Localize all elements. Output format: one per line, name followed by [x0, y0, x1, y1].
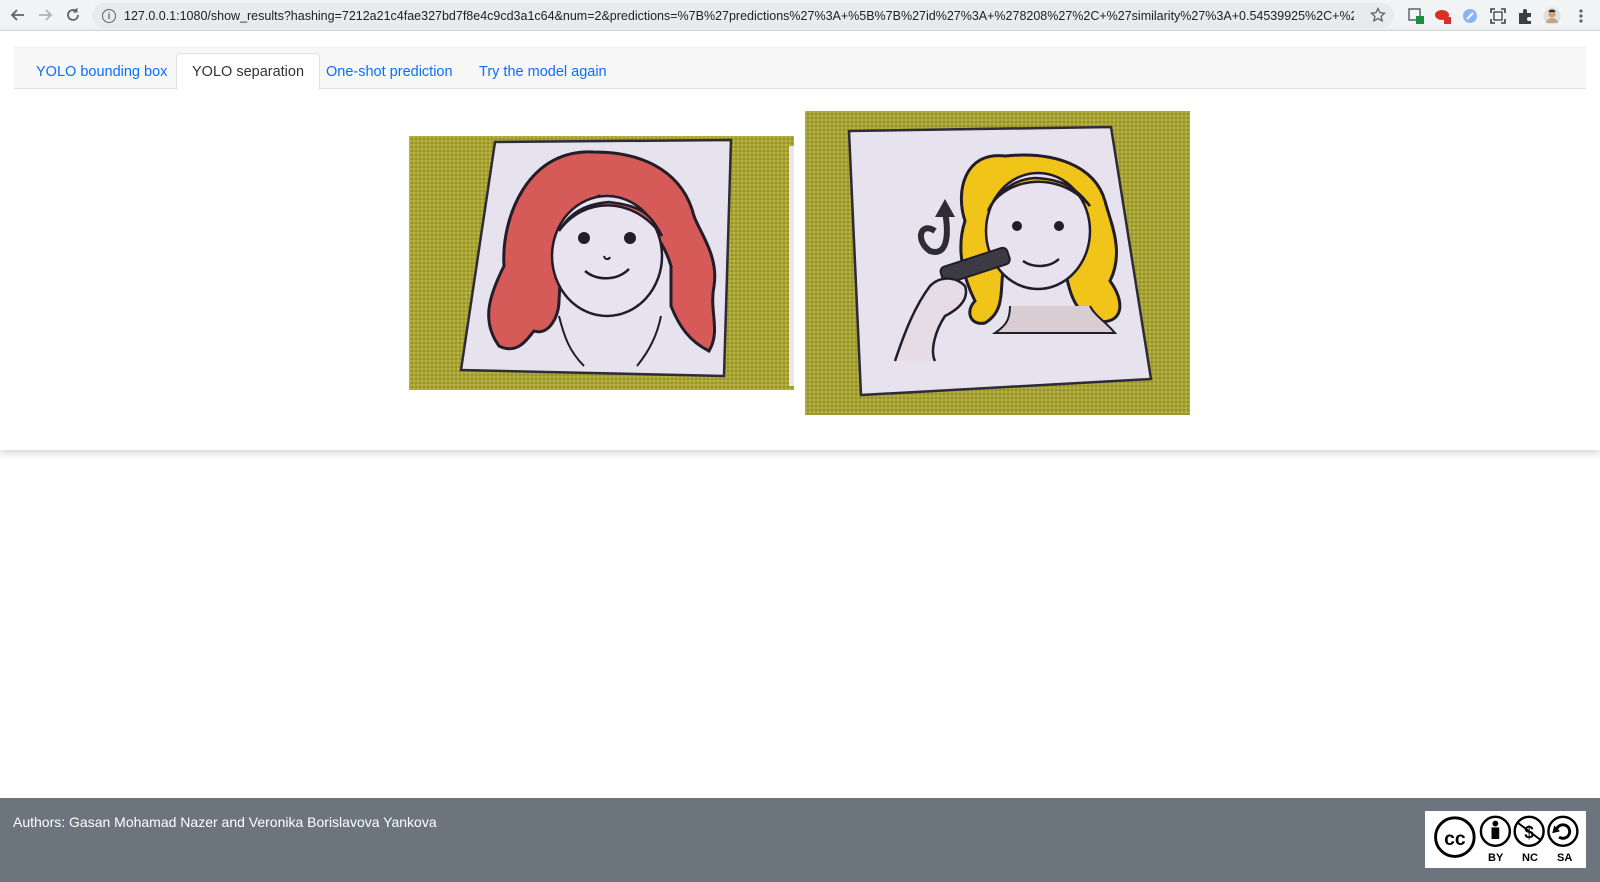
tab-one-shot-prediction[interactable]: One-shot prediction: [311, 54, 468, 90]
cc-license-badge[interactable]: cc $ BY NC SA: [1425, 811, 1586, 868]
forward-icon[interactable]: [32, 2, 58, 28]
cc-sa-label: SA: [1557, 852, 1573, 864]
extension-icon[interactable]: [1407, 7, 1425, 25]
site-info-icon[interactable]: i: [102, 8, 116, 23]
reload-icon[interactable]: [60, 2, 86, 28]
cc-by-label: BY: [1488, 852, 1504, 864]
separated-image-red-hair: [409, 136, 794, 390]
bookmark-star-icon[interactable]: [1370, 6, 1386, 23]
separated-image-yellow-hair: [805, 111, 1190, 415]
screenshot-icon[interactable]: [1489, 7, 1507, 25]
address-bar[interactable]: i 127.0.0.1:1080/show_results?hashing=72…: [92, 3, 1394, 28]
tab-try-again[interactable]: Try the model again: [464, 54, 622, 90]
extensions-puzzle-icon[interactable]: [1516, 7, 1534, 25]
tab-label: YOLO bounding box: [36, 64, 168, 80]
tab-yolo-bounding-box[interactable]: YOLO bounding box: [21, 54, 182, 90]
tab-label: YOLO separation: [192, 63, 305, 80]
tab-bar: YOLO bounding box YOLO separation One-sh…: [14, 47, 1586, 90]
page-footer: Authors: Gasan Mohamad Nazer and Veronik…: [0, 798, 1600, 882]
results-card: YOLO bounding box YOLO separation One-sh…: [0, 31, 1600, 450]
cc-nc-label: NC: [1522, 852, 1538, 864]
extension-blue-icon[interactable]: [1461, 7, 1479, 25]
profile-avatar[interactable]: [1543, 7, 1561, 25]
authors-text: Authors: Gasan Mohamad Nazer and Veronik…: [13, 814, 437, 830]
url-text: 127.0.0.1:1080/show_results?hashing=7212…: [124, 8, 1354, 23]
menu-kebab-icon[interactable]: [1572, 7, 1590, 25]
tab-label: Try the model again: [479, 64, 607, 80]
browser-toolbar: i 127.0.0.1:1080/show_results?hashing=72…: [0, 0, 1600, 31]
extension-red-icon[interactable]: [1434, 7, 1452, 25]
svg-text:cc: cc: [1444, 829, 1466, 850]
back-icon[interactable]: [5, 2, 31, 28]
tab-label: One-shot prediction: [326, 64, 453, 80]
tab-yolo-separation[interactable]: YOLO separation: [176, 53, 321, 90]
